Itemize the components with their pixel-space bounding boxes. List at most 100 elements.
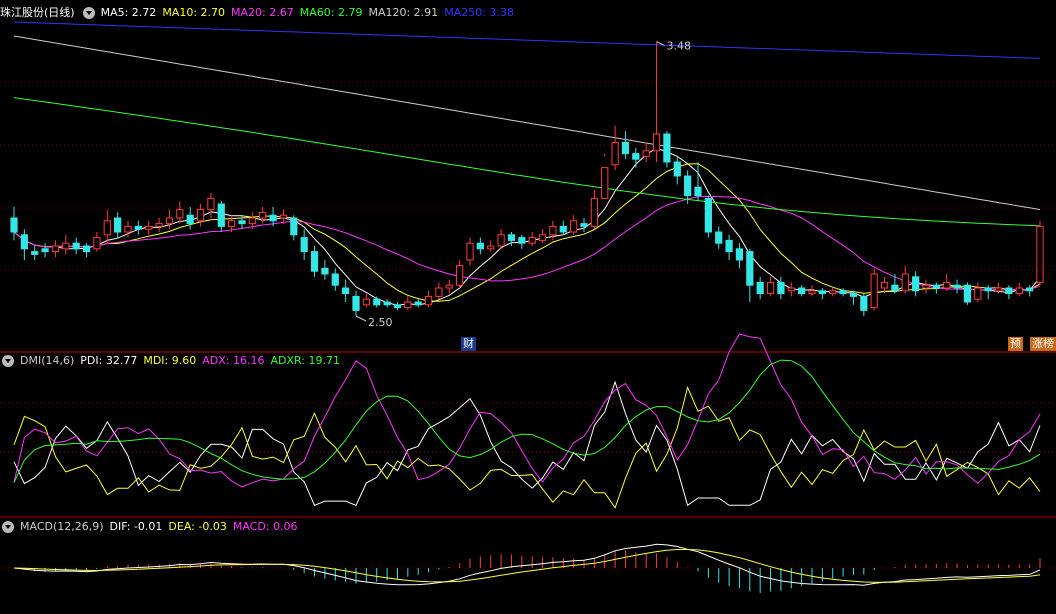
candle [466, 237, 474, 266]
candle-body [31, 251, 39, 255]
candle [580, 218, 588, 232]
candle-body [621, 141, 630, 155]
low-price-label: 2.50 [368, 316, 393, 329]
candle-body [497, 234, 505, 247]
forecast-marker[interactable]: 预 [1008, 337, 1023, 351]
candle [1036, 220, 1044, 286]
candle-body [114, 217, 122, 233]
candle-body [580, 223, 588, 227]
candle-body [321, 267, 329, 275]
candle-body [932, 284, 940, 289]
stock-name[interactable]: 珠江股份(日线) [0, 5, 75, 21]
candle [839, 288, 847, 297]
candle-body [424, 295, 433, 306]
candle [860, 293, 868, 316]
candle-body [228, 220, 236, 227]
candle-body [155, 223, 163, 227]
candle [559, 220, 567, 235]
candle [414, 299, 422, 308]
candle [196, 204, 205, 227]
candle [922, 279, 930, 294]
candle-body [165, 217, 174, 225]
candle-body [1036, 225, 1044, 283]
candle-body [590, 197, 598, 227]
candle [829, 288, 837, 297]
candle [518, 234, 526, 249]
finance-marker[interactable]: 财 [461, 337, 476, 351]
candle [497, 229, 505, 249]
candle-body [766, 281, 775, 295]
candle [963, 282, 972, 305]
candle-body [642, 150, 650, 157]
candle-body [984, 287, 992, 292]
candle [290, 215, 298, 241]
candle-body [62, 242, 70, 250]
candle-body [41, 248, 49, 253]
candle [601, 153, 609, 199]
mdi-label: MDI: 9.60 [143, 354, 197, 367]
candle [456, 260, 464, 288]
candle-body [538, 234, 547, 241]
candle-body [207, 197, 215, 211]
candle-body [487, 245, 495, 250]
candle-body [798, 287, 806, 295]
candle-body [570, 220, 578, 233]
candle [766, 276, 775, 297]
candle [238, 215, 246, 230]
candle-body [912, 276, 920, 292]
candle [704, 195, 712, 238]
candle-body [279, 214, 288, 219]
ma120-line [13, 35, 1041, 211]
candle-body [953, 284, 961, 289]
candle [424, 290, 433, 308]
candle [404, 296, 412, 311]
macd-lines [13, 543, 1041, 586]
macd-name[interactable]: MACD(12,26,9) [20, 519, 104, 535]
candle-body [103, 220, 111, 236]
candle-body [238, 220, 246, 225]
collapse-icon[interactable] [2, 355, 14, 367]
candle-body [404, 301, 412, 309]
candle-body [715, 231, 723, 244]
candle [590, 190, 598, 230]
candle [321, 260, 329, 280]
candle-body [176, 209, 184, 219]
candle-body [476, 242, 484, 250]
high-price-label: 3.48 [667, 40, 692, 53]
candle-body [259, 211, 267, 219]
candle [342, 279, 350, 302]
dmi-name[interactable]: DMI(14,6) [20, 353, 74, 369]
candle-body [196, 209, 205, 222]
candle-body [891, 284, 899, 292]
candle-body [507, 234, 516, 241]
candle-body [829, 290, 837, 295]
limit-up-marker[interactable]: 涨榜 [1030, 337, 1056, 351]
candle-body [756, 281, 764, 295]
candle [103, 209, 111, 244]
candle [176, 201, 184, 224]
candle-body [435, 287, 443, 297]
candle-body [445, 284, 453, 289]
ma5-line [13, 147, 1041, 306]
candle [435, 282, 443, 300]
candle-body [145, 225, 153, 230]
candle [673, 156, 681, 185]
candle-body [290, 217, 298, 236]
collapse-icon[interactable] [82, 7, 95, 19]
candle [476, 237, 484, 255]
candle [570, 215, 578, 235]
candle-body [51, 245, 60, 253]
ma250-line [13, 21, 1041, 59]
candle [901, 265, 909, 294]
collapse-icon[interactable] [2, 521, 14, 533]
candle [51, 240, 60, 258]
candle [528, 232, 536, 246]
candle [1005, 285, 1013, 300]
ma20-label: MA20: 2.67 [231, 6, 294, 19]
candles [10, 41, 1044, 316]
candle [652, 41, 661, 162]
candle-body [72, 242, 80, 250]
candle [870, 268, 878, 311]
candle [974, 282, 982, 302]
candle [932, 282, 940, 294]
